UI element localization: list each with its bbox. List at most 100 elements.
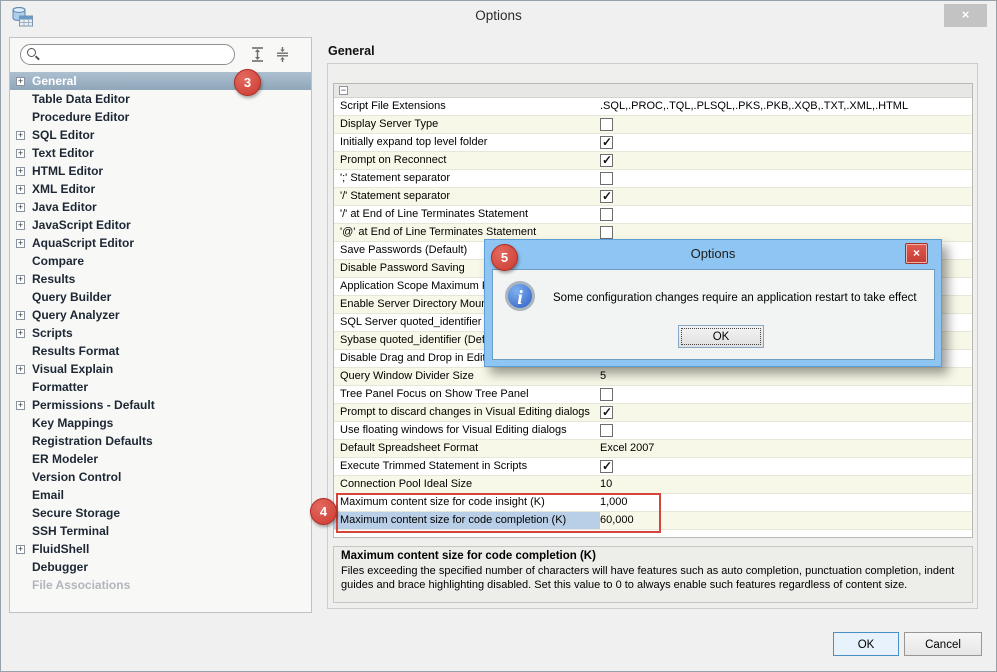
sidebar-item-results-format[interactable]: Results Format <box>10 342 311 360</box>
dialog-title: Options <box>690 246 736 261</box>
sidebar-item-javascript-editor[interactable]: JavaScript Editor <box>10 216 311 234</box>
sidebar-item-compare[interactable]: Compare <box>10 252 311 270</box>
sidebar-item-scripts[interactable]: Scripts <box>10 324 311 342</box>
setting-row-statement-separator[interactable]: '/' Statement separator <box>334 188 972 206</box>
sidebar-item-permissions-default[interactable]: Permissions - Default <box>10 396 311 414</box>
expander-plus-icon[interactable] <box>16 400 25 410</box>
sidebar-item-label: Registration Defaults <box>32 434 153 448</box>
setting-label: Connection Pool Ideal Size <box>340 478 473 490</box>
setting-row-query-window-divider-size[interactable]: Query Window Divider Size 5 <box>334 368 972 386</box>
expand-all-icon[interactable] <box>249 46 266 63</box>
setting-value-cell: 5 <box>600 368 972 385</box>
sidebar-item-java-editor[interactable]: Java Editor <box>10 198 311 216</box>
sidebar-item-aquascript-editor[interactable]: AquaScript Editor <box>10 234 311 252</box>
sidebar-item-debugger[interactable]: Debugger <box>10 558 311 576</box>
setting-label: Prompt to discard changes in Visual Edit… <box>340 406 590 418</box>
expander-plus-icon[interactable] <box>16 328 25 338</box>
expander-plus-icon[interactable] <box>16 166 25 176</box>
checkbox-checked-icon[interactable] <box>600 458 613 475</box>
checkbox-unchecked-icon[interactable] <box>600 424 613 437</box>
checkbox-checked-icon[interactable] <box>600 188 613 205</box>
cancel-button[interactable]: Cancel <box>904 632 982 656</box>
sidebar-item-fluidshell[interactable]: FluidShell <box>10 540 311 558</box>
sidebar-item-general[interactable]: General <box>10 72 311 90</box>
ok-button[interactable]: OK <box>833 632 899 656</box>
expander-plus-icon[interactable] <box>16 238 25 248</box>
sidebar-item-version-control[interactable]: Version Control <box>10 468 311 486</box>
sidebar-item-key-mappings[interactable]: Key Mappings <box>10 414 311 432</box>
sidebar-item-file-associations[interactable]: File Associations <box>10 576 311 594</box>
expander-plus-icon[interactable] <box>16 202 25 212</box>
setting-row-prompt-to-discard-changes-in-visual-editing-dialogs[interactable]: Prompt to discard changes in Visual Edit… <box>334 404 972 422</box>
setting-row-statement-separator[interactable]: ';' Statement separator <box>334 170 972 188</box>
setting-label: Execute Trimmed Statement in Scripts <box>340 460 528 472</box>
sidebar-item-table-data-editor[interactable]: Table Data Editor <box>10 90 311 108</box>
setting-row-prompt-on-reconnect[interactable]: Prompt on Reconnect <box>334 152 972 170</box>
sidebar-item-query-analyzer[interactable]: Query Analyzer <box>10 306 311 324</box>
sidebar-item-ssh-terminal[interactable]: SSH Terminal <box>10 522 311 540</box>
setting-label: Prompt on Reconnect <box>340 154 447 166</box>
sidebar-item-html-editor[interactable]: HTML Editor <box>10 162 311 180</box>
setting-value[interactable]: 5 <box>600 370 606 382</box>
expander-plus-icon[interactable] <box>16 184 25 194</box>
sidebar-item-results[interactable]: Results <box>10 270 311 288</box>
sidebar-item-email[interactable]: Email <box>10 486 311 504</box>
dialog-ok-button[interactable]: OK <box>678 325 764 348</box>
setting-row-tree-panel-focus-on-show-tree-panel[interactable]: Tree Panel Focus on Show Tree Panel <box>334 386 972 404</box>
checkbox-checked-icon[interactable] <box>600 404 613 421</box>
checkbox-unchecked-icon[interactable] <box>600 388 613 401</box>
checkbox-checked-icon[interactable] <box>600 152 613 169</box>
sidebar-item-label: JavaScript Editor <box>32 218 131 232</box>
checkbox-unchecked-icon[interactable] <box>600 226 613 239</box>
expander-plus-icon[interactable] <box>16 130 25 140</box>
sidebar-item-sql-editor[interactable]: SQL Editor <box>10 126 311 144</box>
sidebar-item-label: Results <box>32 272 76 286</box>
sidebar-item-visual-explain[interactable]: Visual Explain <box>10 360 311 378</box>
sidebar-item-xml-editor[interactable]: XML Editor <box>10 180 311 198</box>
sidebar-item-query-builder[interactable]: Query Builder <box>10 288 311 306</box>
expander-plus-icon[interactable] <box>16 148 25 158</box>
setting-value[interactable]: Excel 2007 <box>600 442 654 454</box>
expander-plus-icon[interactable] <box>16 274 25 284</box>
collapse-group-icon[interactable] <box>339 86 348 95</box>
sidebar-item-er-modeler[interactable]: ER Modeler <box>10 450 311 468</box>
setting-value[interactable]: .SQL,.PROC,.TQL,.PLSQL,.PKS,.PKB,.XQB,.T… <box>600 100 908 112</box>
sidebar-item-procedure-editor[interactable]: Procedure Editor <box>10 108 311 126</box>
setting-value[interactable]: 10 <box>600 478 612 490</box>
expander-plus-icon[interactable] <box>16 220 25 230</box>
sidebar-item-label: SSH Terminal <box>32 524 110 538</box>
expander-plus-icon[interactable] <box>16 310 25 320</box>
checkbox-unchecked-icon[interactable] <box>600 208 613 221</box>
setting-row-initially-expand-top-level-folder[interactable]: Initially expand top level folder <box>334 134 972 152</box>
setting-value-cell <box>600 458 972 475</box>
sidebar-item-secure-storage[interactable]: Secure Storage <box>10 504 311 522</box>
expander-plus-icon[interactable] <box>16 76 25 86</box>
setting-row-at-end-of-line-terminates-statement[interactable]: '/' at End of Line Terminates Statement <box>334 206 972 224</box>
dialog-close-button[interactable]: × <box>905 243 928 264</box>
expander-plus-icon[interactable] <box>16 544 25 554</box>
expander-plus-icon[interactable] <box>16 364 25 374</box>
sidebar-item-label: Query Analyzer <box>32 308 120 322</box>
page-title: General <box>328 44 375 58</box>
search-input[interactable] <box>20 44 235 65</box>
checkbox-unchecked-icon[interactable] <box>600 118 613 131</box>
checkbox-unchecked-icon[interactable] <box>600 172 613 185</box>
sidebar-item-label: Email <box>32 488 65 502</box>
setting-row-display-server-type[interactable]: Display Server Type <box>334 116 972 134</box>
setting-row-execute-trimmed-statement-in-scripts[interactable]: Execute Trimmed Statement in Scripts <box>334 458 972 476</box>
setting-value-cell <box>600 404 972 421</box>
setting-row-script-file-extensions[interactable]: Script File Extensions .SQL,.PROC,.TQL,.P… <box>334 98 972 116</box>
setting-label: Query Window Divider Size <box>340 370 474 382</box>
setting-row-use-floating-windows-for-visual-editing-dialogs[interactable]: Use floating windows for Visual Editing … <box>334 422 972 440</box>
checkbox-checked-icon[interactable] <box>600 134 613 151</box>
setting-row-connection-pool-ideal-size[interactable]: Connection Pool Ideal Size 10 <box>334 476 972 494</box>
window-close-button[interactable]: × <box>944 4 987 27</box>
setting-row-default-spreadsheet-format[interactable]: Default Spreadsheet Format Excel 2007 <box>334 440 972 458</box>
sidebar-item-registration-defaults[interactable]: Registration Defaults <box>10 432 311 450</box>
sidebar-item-formatter[interactable]: Formatter <box>10 378 311 396</box>
sidebar-item-text-editor[interactable]: Text Editor <box>10 144 311 162</box>
sidebar-item-label: Java Editor <box>32 200 97 214</box>
collapse-all-icon[interactable] <box>274 46 291 63</box>
dialog-content: i Some configuration changes require an … <box>492 269 935 360</box>
